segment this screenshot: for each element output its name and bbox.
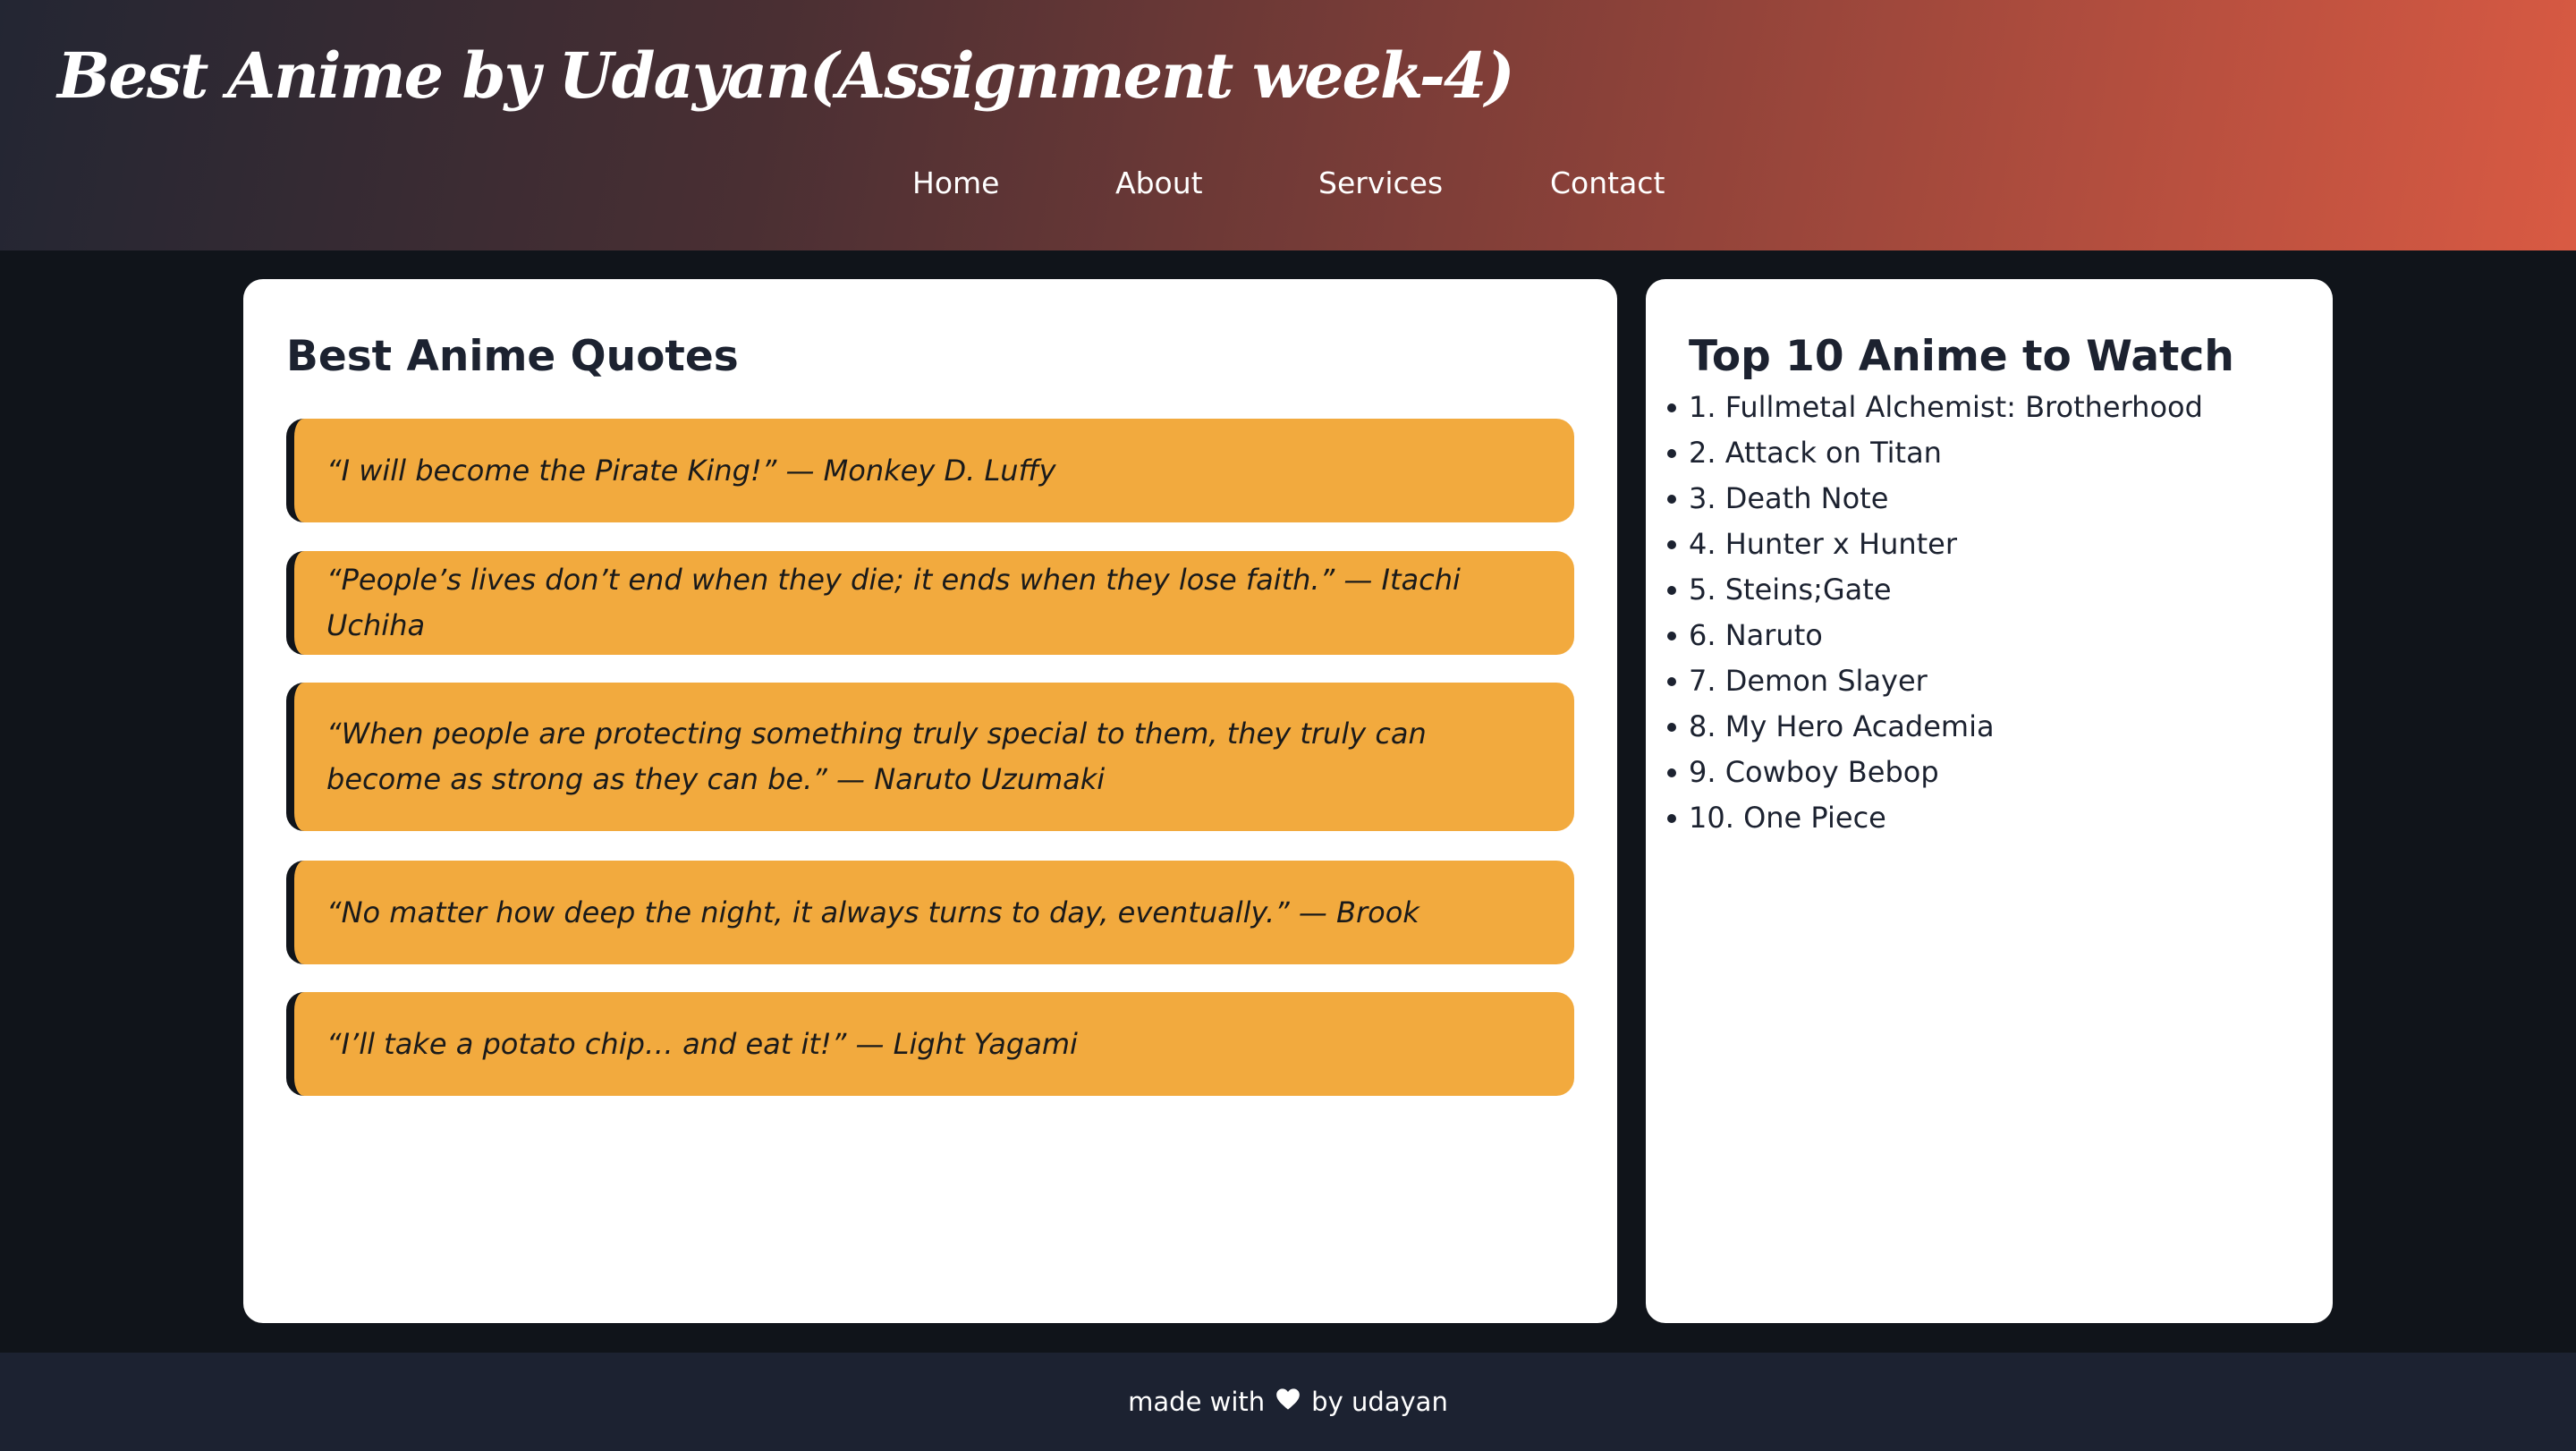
nav-link-home[interactable]: Home [912, 157, 999, 210]
quote-text: “When people are protecting something tr… [326, 717, 1427, 796]
bullet-icon [1667, 540, 1676, 549]
anime-title: 8. My Hero Academia [1689, 709, 1995, 743]
anime-title: 3. Death Note [1689, 481, 1889, 515]
bullet-icon [1667, 586, 1676, 595]
nav-link-about[interactable]: About [1115, 157, 1203, 210]
quotes-card-title: Best Anime Quotes [286, 332, 739, 381]
anime-list-item: 4. Hunter x Hunter [1667, 522, 2203, 567]
main-nav: Home About Services Contact [0, 157, 2576, 210]
quote-item: “I’ll take a potato chip… and eat it!” —… [286, 992, 1574, 1096]
quote-item: “No matter how deep the night, it always… [286, 861, 1574, 964]
quotes-card: Best Anime Quotes “I will become the Pir… [243, 279, 1617, 1323]
quote-text: “People’s lives don’t end when they die;… [326, 563, 1461, 642]
bullet-icon [1667, 814, 1676, 823]
anime-list-item: 10. One Piece [1667, 795, 2203, 841]
anime-list: 1. Fullmetal Alchemist: Brotherhood 2. A… [1667, 385, 2203, 841]
anime-list-item: 6. Naruto [1667, 613, 2203, 658]
bullet-icon [1667, 677, 1676, 686]
anime-list-item: 2. Attack on Titan [1667, 430, 2203, 476]
quote-text: “No matter how deep the night, it always… [326, 895, 1419, 929]
anime-list-item: 8. My Hero Academia [1667, 704, 2203, 750]
site-header: Best Anime by Udayan(Assignment week-4) … [0, 0, 2576, 250]
quote-item: “I will become the Pirate King!” — Monke… [286, 419, 1574, 522]
anime-title: 5. Steins;Gate [1689, 573, 1892, 607]
site-title: Best Anime by Udayan(Assignment week-4) [57, 38, 1515, 113]
bullet-icon [1667, 403, 1676, 412]
nav-link-contact[interactable]: Contact [1550, 157, 1665, 210]
footer-text-before: made with [1128, 1387, 1266, 1417]
anime-title: 10. One Piece [1689, 801, 1886, 835]
anime-title: 1. Fullmetal Alchemist: Brotherhood [1689, 390, 2203, 424]
anime-title: 4. Hunter x Hunter [1689, 527, 1958, 561]
anime-list-item: 7. Demon Slayer [1667, 658, 2203, 704]
anime-list-item: 3. Death Note [1667, 476, 2203, 522]
quote-item: “People’s lives don’t end when they die;… [286, 551, 1574, 655]
heart-icon [1275, 1387, 1301, 1417]
site-footer: made with by udayan [0, 1353, 2576, 1451]
bullet-icon [1667, 723, 1676, 732]
anime-title: 2. Attack on Titan [1689, 436, 1942, 470]
top10-card: Top 10 Anime to Watch 1. Fullmetal Alche… [1646, 279, 2333, 1323]
quote-text: “I’ll take a potato chip… and eat it!” —… [326, 1026, 1078, 1061]
anime-title: 6. Naruto [1689, 618, 1823, 652]
bullet-icon [1667, 449, 1676, 458]
anime-list-item: 1. Fullmetal Alchemist: Brotherhood [1667, 385, 2203, 430]
top10-card-title: Top 10 Anime to Watch [1689, 332, 2234, 381]
anime-list-item: 5. Steins;Gate [1667, 567, 2203, 613]
quote-text: “I will become the Pirate King!” — Monke… [326, 453, 1056, 488]
bullet-icon [1667, 495, 1676, 504]
quote-item: “When people are protecting something tr… [286, 683, 1574, 831]
nav-link-services[interactable]: Services [1318, 157, 1443, 210]
anime-list-item: 9. Cowboy Bebop [1667, 750, 2203, 795]
anime-title: 9. Cowboy Bebop [1689, 755, 1939, 789]
bullet-icon [1667, 768, 1676, 777]
bullet-icon [1667, 632, 1676, 641]
footer-text-after: by udayan [1311, 1387, 1448, 1417]
anime-title: 7. Demon Slayer [1689, 664, 1928, 698]
